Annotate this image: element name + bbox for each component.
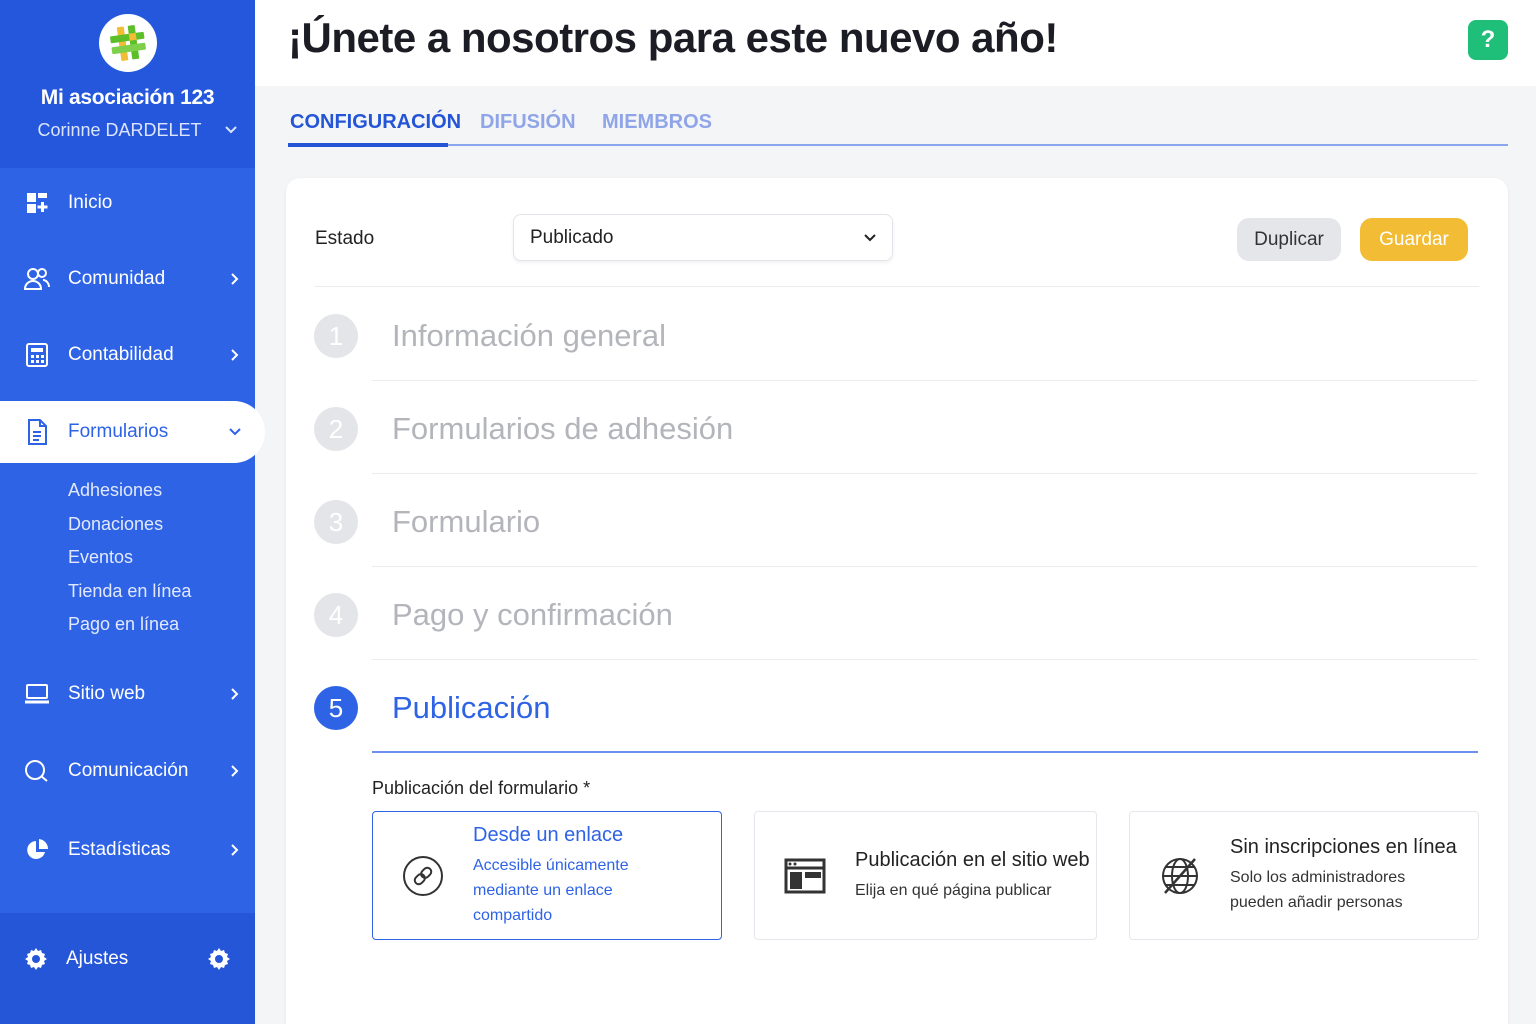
chat-icon (24, 758, 50, 784)
sidebar-settings: Ajustes (0, 913, 255, 1024)
step-number: 2 (314, 407, 358, 451)
sidebar-item-label: Formularios (68, 421, 169, 442)
laptop-icon (24, 681, 50, 707)
submenu-item-donaciones[interactable]: Donaciones (68, 508, 191, 542)
option-title: Desde un enlace (473, 823, 624, 846)
step-formulario[interactable]: 3 Formulario (314, 474, 1478, 567)
settings-button[interactable]: Ajustes (0, 913, 255, 1005)
step-formularios-adhesion[interactable]: 2 Formularios de adhesión (314, 381, 1478, 474)
formularios-submenu: Adhesiones Donaciones Eventos Tienda en … (68, 474, 191, 642)
chevron-down-icon (864, 233, 876, 242)
step-title: Formulario (392, 504, 541, 539)
page-header: ¡Únete a nosotros para este nuevo año! ? (255, 0, 1536, 86)
option-desde-enlace[interactable]: Desde un enlace Accesible únicamente med… (372, 811, 722, 940)
tab-bar: CONFIGURACIÓN DIFUSIÓN MIEMBROS (288, 108, 1508, 147)
help-button[interactable]: ? (1468, 20, 1508, 60)
step-title: Información general (392, 318, 666, 353)
gear-icon[interactable] (207, 947, 231, 971)
active-tab-indicator (288, 143, 448, 147)
step-title: Formularios de adhesión (392, 411, 734, 446)
pie-chart-icon (24, 837, 50, 863)
submenu-item-eventos[interactable]: Eventos (68, 541, 191, 575)
option-title: Publicación en el sitio web (855, 848, 1090, 871)
estado-select[interactable]: Publicado (513, 214, 893, 261)
sidebar-item-label: Contabilidad (68, 344, 174, 365)
step-number: 3 (314, 500, 358, 544)
document-icon (24, 419, 50, 445)
calculator-icon (24, 342, 50, 368)
step-pago-confirmacion[interactable]: 4 Pago y confirmación (314, 567, 1478, 660)
organization-name: Mi asociación 123 (40, 86, 215, 109)
sidebar-item-contabilidad[interactable]: Contabilidad (0, 324, 255, 386)
step-publicacion[interactable]: 5 Publicación (314, 660, 1478, 753)
people-icon (24, 266, 50, 292)
option-description: Accesible únicamente mediante un enlace … (473, 856, 629, 924)
page-title: ¡Únete a nosotros para este nuevo año! (288, 14, 1058, 61)
tab-miembros[interactable]: MIEMBROS (602, 111, 712, 134)
sidebar-item-label: Estadísticas (68, 839, 171, 860)
option-sin-inscripciones[interactable]: Sin inscripciones en línea Solo los admi… (1129, 811, 1479, 940)
sidebar-item-estadisticas[interactable]: Estadísticas (0, 819, 255, 881)
sidebar-item-inicio[interactable]: Inicio (0, 172, 255, 234)
globe-off-icon (1130, 855, 1230, 897)
sidebar-item-formularios[interactable]: Formularios (0, 401, 265, 463)
tab-configuracion[interactable]: CONFIGURACIÓN (290, 111, 461, 134)
chevron-right-icon (215, 764, 255, 778)
save-button[interactable]: Guardar (1360, 218, 1468, 261)
user-menu[interactable]: Corinne DARDELET (0, 120, 255, 141)
dashboard-icon (24, 190, 50, 216)
publication-label: Publicación del formulario * (372, 778, 591, 798)
chevron-right-icon (215, 272, 255, 286)
association-logo[interactable] (98, 14, 157, 72)
submenu-item-tienda[interactable]: Tienda en línea (68, 575, 191, 609)
sidebar-item-label: Inicio (68, 192, 113, 213)
option-description: Elija en qué página publicar (855, 881, 1052, 899)
step-number: 4 (314, 593, 358, 637)
gear-icon (24, 947, 48, 971)
sidebar-item-label: Comunidad (68, 268, 166, 289)
option-sitio-web[interactable]: Publicación en el sitio web Elija en qué… (754, 811, 1097, 940)
step-number: 1 (314, 314, 358, 358)
option-title: Sin inscripciones en línea (1230, 836, 1457, 858)
estado-value: Publicado (530, 226, 614, 248)
chevron-down-icon (224, 120, 238, 141)
sidebar-item-sitio-web[interactable]: Sitio web (0, 663, 255, 725)
chevron-right-icon (215, 843, 255, 857)
sidebar-item-label: Comunicación (68, 760, 189, 781)
duplicate-button[interactable]: Duplicar (1237, 218, 1341, 261)
option-description: Solo los administradores pueden añadir p… (1230, 869, 1406, 911)
chevron-right-icon (215, 687, 255, 701)
link-icon (373, 855, 473, 897)
step-number: 5 (314, 686, 358, 730)
divider (315, 286, 1479, 287)
sidebar-item-comunicacion[interactable]: Comunicación (0, 740, 255, 802)
submenu-item-pago[interactable]: Pago en línea (68, 608, 191, 642)
submenu-item-adhesiones[interactable]: Adhesiones (68, 474, 191, 508)
form-settings-card: Estado Publicado Duplicar Guardar 1 Info… (286, 178, 1508, 1024)
step-informacion-general[interactable]: 1 Información general (314, 288, 1478, 381)
sidebar: Mi asociación 123 Corinne DARDELET Inici… (0, 0, 265, 1024)
step-title: Pago y confirmación (392, 597, 673, 632)
user-name: Corinne DARDELET (37, 120, 202, 140)
chevron-down-icon (215, 427, 255, 437)
chevron-right-icon (215, 348, 255, 362)
sidebar-item-label: Sitio web (68, 683, 146, 704)
step-title: Publicación (392, 690, 551, 725)
estado-label: Estado (315, 228, 375, 249)
settings-label: Ajustes (66, 948, 129, 969)
tab-difusion[interactable]: DIFUSIÓN (480, 111, 576, 134)
website-icon (755, 858, 855, 894)
divider (372, 751, 1478, 753)
sidebar-header: Mi asociación 123 Corinne DARDELET (0, 0, 255, 168)
sidebar-item-comunidad[interactable]: Comunidad (0, 248, 255, 310)
